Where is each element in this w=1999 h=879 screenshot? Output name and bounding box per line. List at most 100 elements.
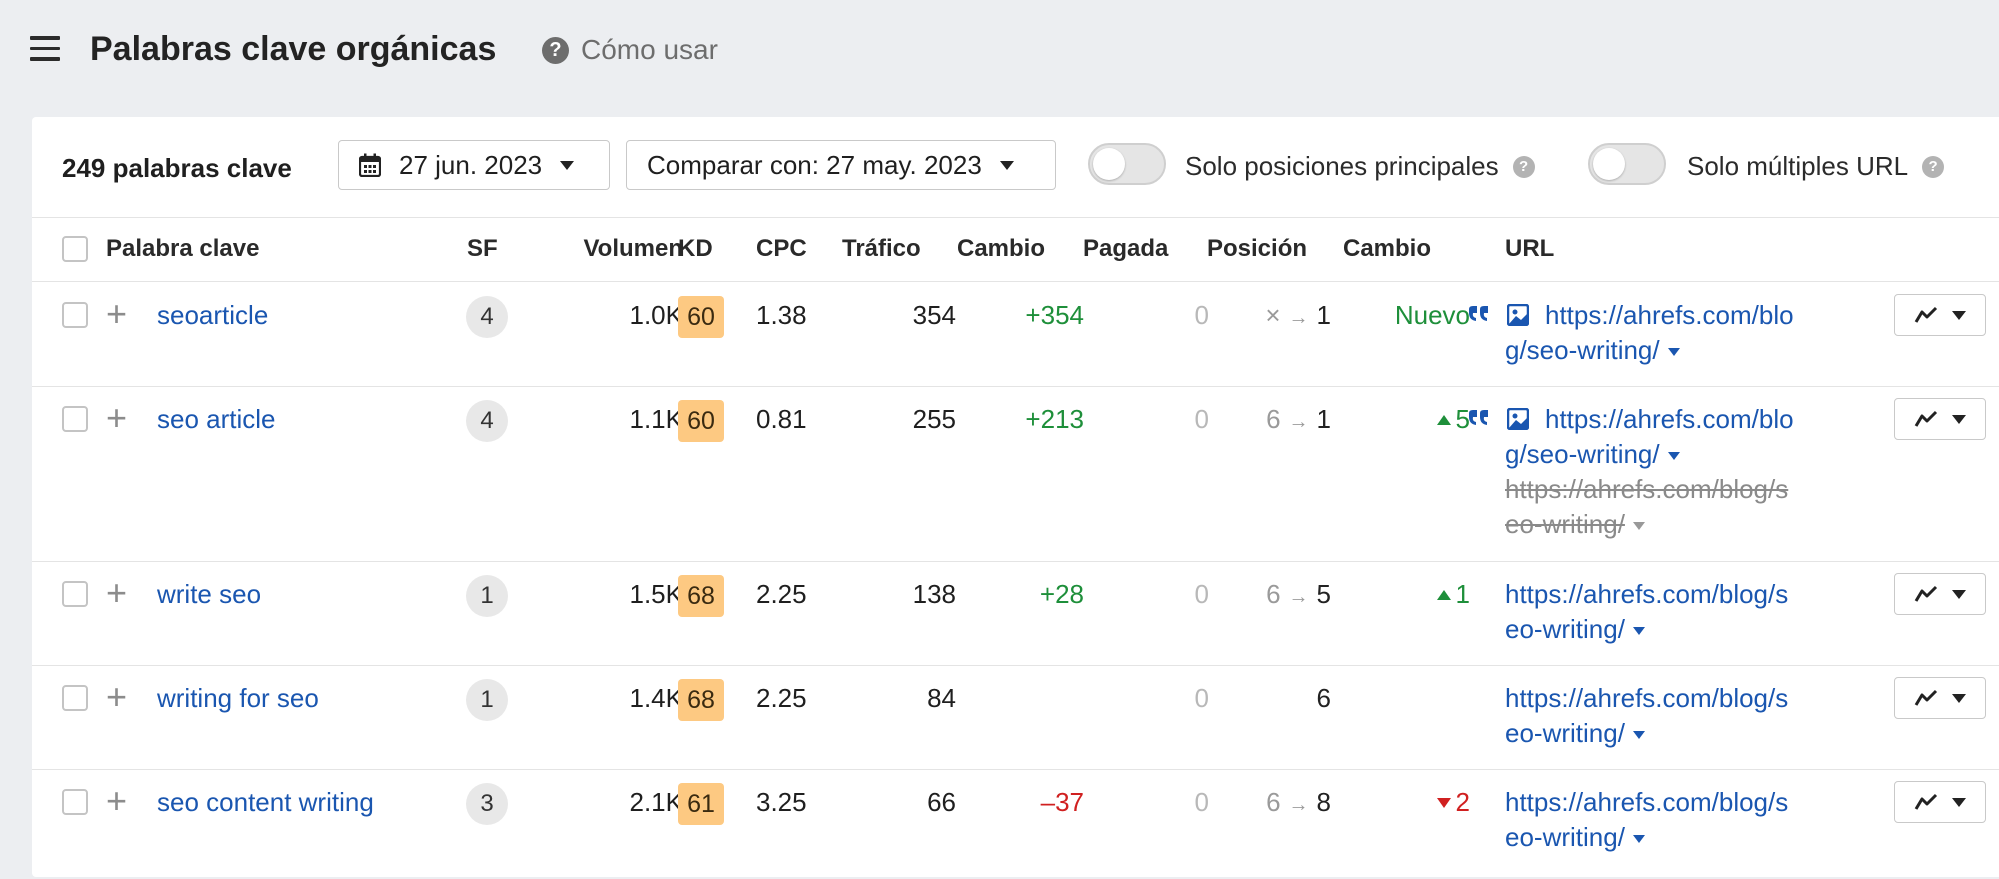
trend-line-icon xyxy=(1914,306,1938,323)
sf-badge[interactable]: 4 xyxy=(466,400,508,442)
volume-value: 1.0K xyxy=(629,300,684,330)
compare-date-button[interactable]: Comparar con: 27 may. 2023 xyxy=(626,140,1056,190)
paid-value: 0 xyxy=(1194,404,1209,434)
chevron-down-icon[interactable] xyxy=(1632,522,1645,530)
sf-badge[interactable]: 3 xyxy=(466,783,508,825)
url-cell: https://ahrefs.com/blog/seo-writing/ xyxy=(1505,681,1855,751)
col-change[interactable]: Cambio xyxy=(957,235,1045,263)
ranking-url-link[interactable]: https://ahrefs.com/blog/seo-writing/ xyxy=(1505,298,1855,368)
keyword-link[interactable]: writing for seo xyxy=(157,683,319,714)
multiple-urls-toggle[interactable] xyxy=(1588,143,1666,185)
top-positions-toggle[interactable] xyxy=(1088,143,1166,185)
chevron-down-icon[interactable] xyxy=(1667,348,1680,356)
sf-badge[interactable]: 1 xyxy=(466,679,508,721)
trend-chart-button[interactable] xyxy=(1894,573,1986,615)
sf-badge[interactable]: 1 xyxy=(466,575,508,617)
paid-value: 0 xyxy=(1194,579,1209,609)
keyword-link[interactable]: seo content writing xyxy=(157,787,374,818)
volume-value: 1.4K xyxy=(629,683,684,713)
table-row: + seoarticle 4 1.0K 60 1.38 354 +354 0 ×… xyxy=(32,282,1999,387)
trend-chart-button[interactable] xyxy=(1894,398,1986,440)
ranking-url-link[interactable]: https://ahrefs.com/blog/seo-writing/ xyxy=(1505,681,1855,751)
add-keyword-icon[interactable]: + xyxy=(106,783,127,819)
traffic-change-value: +213 xyxy=(1025,404,1084,434)
traffic-change-value: +28 xyxy=(1039,579,1084,609)
trend-chart-button[interactable] xyxy=(1894,294,1986,336)
col-position[interactable]: Posición xyxy=(1207,235,1307,263)
keyword-link[interactable]: write seo xyxy=(157,579,261,610)
arrow-right-icon: → xyxy=(1288,586,1309,608)
select-all-checkbox[interactable] xyxy=(62,236,88,262)
how-to-use-link[interactable]: ? Cómo usar xyxy=(542,34,718,66)
add-keyword-icon[interactable]: + xyxy=(106,575,127,611)
chevron-down-icon[interactable] xyxy=(1632,835,1645,843)
col-url[interactable]: URL xyxy=(1505,235,1554,263)
ranking-url-link[interactable]: https://ahrefs.com/blog/seo-writing/ xyxy=(1505,577,1855,647)
url-cell: https://ahrefs.com/blog/seo-writing/ xyxy=(1505,577,1855,647)
col-position-change[interactable]: Cambio xyxy=(1343,235,1431,263)
col-paid[interactable]: Pagada xyxy=(1083,235,1168,263)
hamburger-menu-icon[interactable] xyxy=(30,36,60,62)
traffic-change-value: –37 xyxy=(1040,787,1084,817)
keyword-link[interactable]: seo article xyxy=(157,404,276,435)
chevron-down-icon[interactable] xyxy=(1632,731,1645,739)
ranking-url-link[interactable]: https://ahrefs.com/blog/seo-writing/ xyxy=(1505,785,1855,855)
row-checkbox[interactable] xyxy=(62,789,88,815)
paid-value: 0 xyxy=(1194,300,1209,330)
question-circle-icon[interactable]: ? xyxy=(1922,155,1945,178)
chevron-down-icon xyxy=(560,160,575,170)
position-change-value: 1 xyxy=(1343,579,1470,610)
add-keyword-icon[interactable]: + xyxy=(106,400,127,436)
calendar-icon xyxy=(359,153,381,177)
chevron-down-icon xyxy=(1952,414,1966,424)
arrow-down-icon xyxy=(1436,798,1451,808)
keyword-link[interactable]: seoarticle xyxy=(157,300,268,331)
col-sf[interactable]: SF xyxy=(467,235,498,263)
chevron-down-icon xyxy=(999,160,1014,170)
cpc-value: 3.25 xyxy=(756,787,807,817)
traffic-change-value: +354 xyxy=(1025,300,1084,330)
kd-badge: 61 xyxy=(678,783,724,825)
chevron-down-icon[interactable] xyxy=(1632,627,1645,635)
position-value: 6 → 1 xyxy=(1266,404,1331,434)
traffic-value: 138 xyxy=(912,579,956,609)
previous-url[interactable]: https://ahrefs.com/blog/s eo-writing/ xyxy=(1505,472,1855,542)
multiple-urls-toggle-label: Solo múltiples URL ? xyxy=(1687,151,1945,182)
chevron-down-icon[interactable] xyxy=(1667,452,1680,460)
arrow-right-icon: → xyxy=(1288,411,1309,433)
table-row: + write seo 1 1.5K 68 2.25 138 +28 0 6 → 5… xyxy=(32,561,1999,666)
serp-feature-icons xyxy=(1468,407,1490,429)
ranking-url-link[interactable]: https://ahrefs.com/blog/seo-writing/ xyxy=(1505,402,1855,472)
col-keyword[interactable]: Palabra clave xyxy=(106,235,259,263)
cpc-value: 1.38 xyxy=(756,300,807,330)
row-checkbox[interactable] xyxy=(62,406,88,432)
row-checkbox[interactable] xyxy=(62,581,88,607)
top-positions-toggle-label: Solo posiciones principales ? xyxy=(1185,151,1535,182)
question-circle-icon[interactable]: ? xyxy=(1512,155,1535,178)
url-cell: https://ahrefs.com/blog/seo-writing/ xyxy=(1469,298,1855,368)
date-label: 27 jun. 2023 xyxy=(399,149,543,180)
position-value: 6 xyxy=(1316,683,1331,713)
row-checkbox[interactable] xyxy=(62,685,88,711)
add-keyword-icon[interactable]: + xyxy=(106,679,127,715)
trend-chart-button[interactable] xyxy=(1894,677,1986,719)
table-row: + writing for seo 1 1.4K 68 2.25 84 0 6 … xyxy=(32,665,1999,770)
col-cpc[interactable]: CPC xyxy=(756,235,807,263)
date-picker-button[interactable]: 27 jun. 2023 xyxy=(338,140,610,190)
arrow-up-icon xyxy=(1436,590,1451,600)
col-kd[interactable]: KD xyxy=(678,235,713,263)
sf-badge[interactable]: 4 xyxy=(466,296,508,338)
position-change-value: Nuevo xyxy=(1394,300,1470,330)
position-change-value: 2 xyxy=(1343,787,1470,818)
image-icon xyxy=(1507,304,1529,326)
kd-badge: 68 xyxy=(678,575,724,617)
traffic-value: 354 xyxy=(912,300,956,330)
add-keyword-icon[interactable]: + xyxy=(106,296,127,332)
col-traffic[interactable]: Tráfico xyxy=(842,235,921,263)
row-checkbox[interactable] xyxy=(62,302,88,328)
question-circle-icon: ? xyxy=(542,36,569,64)
col-volume[interactable]: Volumen xyxy=(537,235,683,263)
trend-chart-button[interactable] xyxy=(1894,781,1986,823)
trend-line-icon xyxy=(1914,410,1938,427)
chevron-down-icon xyxy=(1952,310,1966,320)
